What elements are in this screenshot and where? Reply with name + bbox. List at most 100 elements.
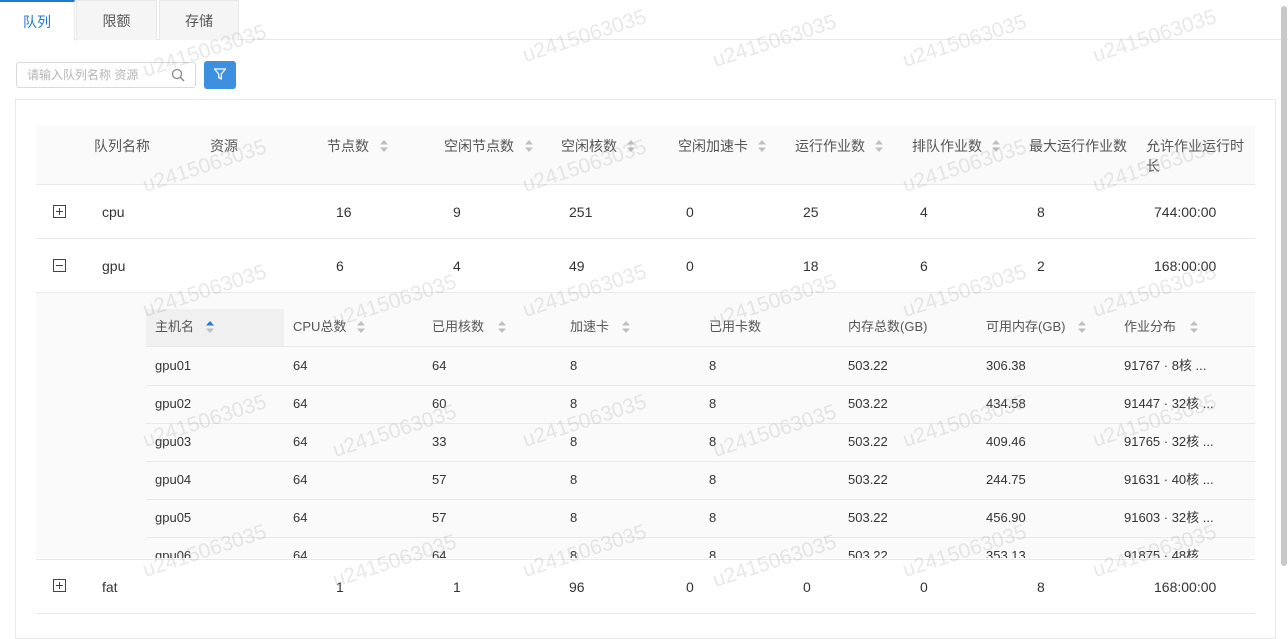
job-distribution-cell[interactable]: 91765 · 32核 ... <box>1124 432 1214 452</box>
mem-total-cell: 503.22 <box>848 510 888 525</box>
queued-jobs-value: 0 <box>920 579 928 595</box>
mem-total-cell: 503.22 <box>848 396 888 411</box>
cpu-total-cell: 64 <box>293 548 308 558</box>
header-max-running: 最大运行作业数 <box>1029 138 1127 154</box>
sort-icon[interactable] <box>525 140 533 152</box>
host-row: gpu02 64 60 8 8 503.22 434.58 91447 · 32… <box>146 385 1255 424</box>
sort-icon[interactable] <box>1190 321 1198 333</box>
used-cards-cell: 8 <box>709 358 717 373</box>
cpu-total-cell: 64 <box>293 358 308 373</box>
search-input[interactable] <box>27 66 167 84</box>
header-idle-cores: 空闲核数 <box>561 138 617 154</box>
scrollbar-thumb[interactable] <box>1281 6 1287 566</box>
hostname-cell: gpu04 <box>155 472 192 487</box>
hostname-cell: gpu02 <box>155 396 192 411</box>
mem-total-cell: 503.22 <box>848 472 888 487</box>
hostname-cell: gpu03 <box>155 434 192 449</box>
used-cards-cell: 8 <box>709 472 717 487</box>
sort-icon[interactable] <box>758 140 766 152</box>
job-distribution-cell[interactable]: 91767 · 8核 ... <box>1124 356 1206 376</box>
tab-label: 限额 <box>102 12 131 29</box>
max-time-value: 744:00:00 <box>1154 204 1217 220</box>
header-max-time: 允许作业运行时长 <box>1146 138 1244 174</box>
header-accel-cards: 加速卡 <box>570 319 610 334</box>
used-cores-cell: 57 <box>432 510 447 525</box>
tab-bar: 队列 限额 存储 <box>0 0 1288 41</box>
idle-cards-value: 0 <box>686 258 694 274</box>
nodes-value: 16 <box>336 204 352 220</box>
table-header: 队列名称 资源 节点数 空闲节点数 空闲核数 空闲加速卡 运行作业数 排队作业数… <box>36 126 1255 185</box>
tab-quota[interactable]: 限额 <box>76 0 157 40</box>
hostname-cell: gpu01 <box>155 358 192 373</box>
sort-icon[interactable] <box>992 140 1000 152</box>
used-cards-cell: 8 <box>709 434 717 449</box>
max-running-value: 8 <box>1037 204 1045 220</box>
nodes-value: 1 <box>336 579 344 595</box>
host-row: gpu01 64 64 8 8 503.22 306.38 91767 · 8核… <box>146 347 1255 386</box>
mem-free-cell: 456.90 <box>986 510 1026 525</box>
host-row: gpu05 64 57 8 8 503.22 456.90 91603 · 32… <box>146 499 1255 538</box>
used-cores-cell: 64 <box>432 358 447 373</box>
mem-free-cell: 434.58 <box>986 396 1026 411</box>
table-row-fat: fat 1 1 96 0 0 0 8 168:00:00 <box>36 559 1255 614</box>
used-cards-cell: 8 <box>709 510 717 525</box>
cpu-total-cell: 64 <box>293 396 308 411</box>
expand-icon[interactable] <box>53 205 66 218</box>
nodes-value: 6 <box>336 258 344 274</box>
header-cpu-total: CPU总数 <box>293 319 347 334</box>
tab-label: 队列 <box>23 13 51 30</box>
queue-name[interactable]: cpu <box>102 202 125 222</box>
queue-name[interactable]: gpu <box>102 256 125 276</box>
idle-cards-value: 0 <box>686 579 694 595</box>
header-running-jobs: 运行作业数 <box>795 138 865 154</box>
job-distribution-cell[interactable]: 91447 · 32核 ... <box>1124 394 1214 414</box>
host-subtable: 主机名 CPU总数 已用核数 加速卡 已用卡数 内存总数(GB) 可用内存(GB… <box>36 293 1255 558</box>
running-jobs-value: 25 <box>803 204 819 220</box>
collapse-icon[interactable] <box>53 259 66 272</box>
host-row: gpu03 64 33 8 8 503.22 409.46 91765 · 32… <box>146 423 1255 462</box>
accel-cards-cell: 8 <box>570 472 578 487</box>
header-idle-nodes: 空闲节点数 <box>444 138 514 154</box>
header-idle-cards: 空闲加速卡 <box>678 138 748 154</box>
sort-icon[interactable] <box>627 140 635 152</box>
sort-icon[interactable] <box>357 321 365 333</box>
idle-cores-value: 49 <box>569 258 585 274</box>
idle-cores-value: 251 <box>569 204 593 220</box>
sort-icon[interactable] <box>498 321 506 333</box>
header-used-cards: 已用卡数 <box>709 319 762 334</box>
filter-button[interactable] <box>204 61 236 89</box>
cpu-total-cell: 64 <box>293 472 308 487</box>
idle-nodes-value: 4 <box>453 258 461 274</box>
header-queue-name: 队列名称 <box>94 138 150 154</box>
used-cores-cell: 64 <box>432 548 447 558</box>
idle-cards-value: 0 <box>686 204 694 220</box>
sort-icon[interactable] <box>875 140 883 152</box>
expand-icon[interactable] <box>53 579 66 592</box>
sort-asc-icon[interactable] <box>206 321 214 333</box>
mem-total-cell: 503.22 <box>848 434 888 449</box>
header-job-distribution: 作业分布 <box>1124 319 1177 334</box>
tab-queue[interactable]: 队列 <box>0 0 75 41</box>
mem-total-cell: 503.22 <box>848 358 888 373</box>
running-jobs-value: 0 <box>803 579 811 595</box>
sort-icon[interactable] <box>622 321 630 333</box>
job-distribution-cell[interactable]: 91875 · 48核 ... <box>1124 546 1214 558</box>
header-mem-free: 可用内存(GB) <box>986 319 1066 334</box>
header-queued-jobs: 排队作业数 <box>912 138 982 154</box>
queued-jobs-value: 6 <box>920 258 928 274</box>
job-distribution-cell[interactable]: 91603 · 32核 ... <box>1124 508 1214 528</box>
job-distribution-cell[interactable]: 91631 · 40核 ... <box>1124 470 1214 490</box>
scrollbar[interactable] <box>1280 0 1288 624</box>
max-running-value: 8 <box>1037 579 1045 595</box>
mem-free-cell: 244.75 <box>986 472 1026 487</box>
search-icon[interactable] <box>171 68 185 82</box>
sort-icon[interactable] <box>1078 321 1086 333</box>
accel-cards-cell: 8 <box>570 358 578 373</box>
tab-storage[interactable]: 存储 <box>159 0 239 40</box>
queue-name[interactable]: fat <box>102 577 118 597</box>
header-hostname: 主机名 <box>155 319 195 334</box>
cpu-total-cell: 64 <box>293 510 308 525</box>
max-time-value: 168:00:00 <box>1154 258 1217 274</box>
max-time-value: 168:00:00 <box>1154 579 1217 595</box>
sort-icon[interactable] <box>380 140 388 152</box>
